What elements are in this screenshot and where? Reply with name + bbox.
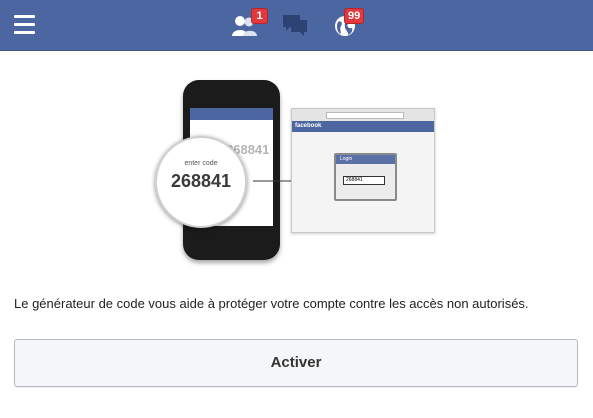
- messages-icon: [283, 15, 307, 36]
- browser-url-bar: [326, 112, 404, 119]
- activate-button[interactable]: Activer: [14, 339, 578, 387]
- notifications-button[interactable]: 99: [333, 8, 365, 39]
- browser-brand-bar: facebook: [292, 121, 434, 132]
- code-value: 268841: [170, 171, 232, 191]
- menu-icon[interactable]: [14, 15, 35, 34]
- code-generator-illustration: 268841 enter code 268841 facebook Login …: [150, 78, 440, 264]
- login-title: Login: [336, 155, 395, 164]
- code-label: enter code: [184, 160, 218, 167]
- login-code-field: 268841: [343, 176, 385, 185]
- notifications-badge: 99: [344, 8, 365, 24]
- friend-requests-button[interactable]: 1: [231, 8, 268, 39]
- code-magnifier: enter code 268841: [155, 136, 247, 228]
- top-navigation-bar: 1 99: [0, 0, 593, 51]
- messages-button[interactable]: [281, 11, 311, 39]
- browser-window-graphic: facebook Login 268841: [291, 108, 435, 233]
- phone-mini-bar: [190, 108, 273, 120]
- code-generator-description: Le générateur de code vous aide à protég…: [14, 296, 529, 311]
- login-dialog-graphic: Login 268841: [334, 153, 397, 201]
- browser-chrome: [292, 109, 434, 121]
- friend-requests-badge: 1: [251, 8, 268, 24]
